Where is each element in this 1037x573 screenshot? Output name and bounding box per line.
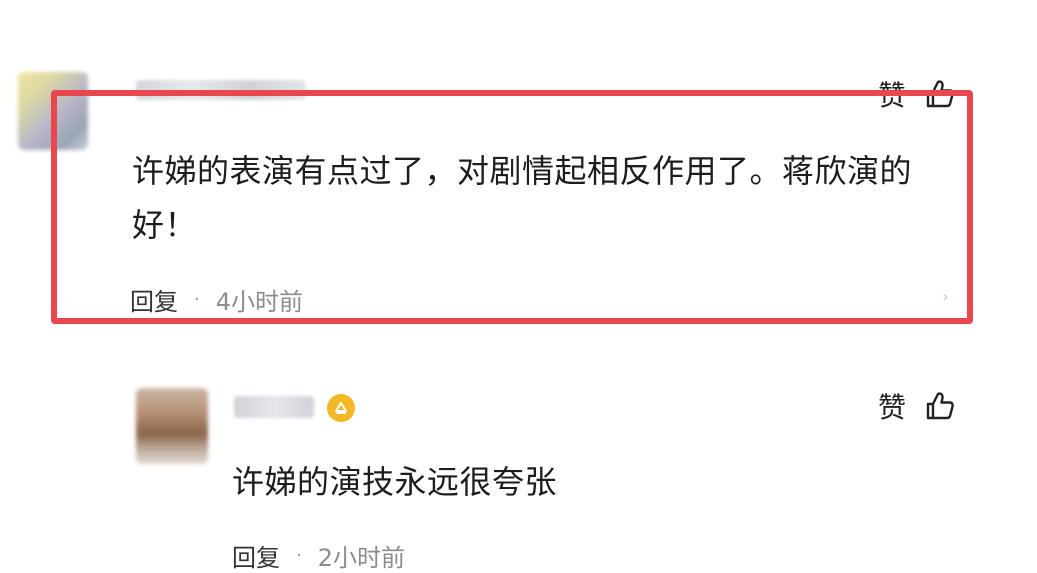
verified-badge-icon xyxy=(327,394,355,422)
like-button[interactable]: 赞 xyxy=(878,390,956,426)
timestamp: 2小时前 xyxy=(317,544,406,572)
comment-text: 许娣的演技永远很夸张 xyxy=(232,463,558,501)
thumbs-up-icon xyxy=(924,390,956,426)
reply-button[interactable]: 回复 xyxy=(232,538,280,573)
comment-meta: 回复 · 2小时前 xyxy=(232,538,405,573)
separator-dot: · xyxy=(296,545,302,566)
avatar[interactable] xyxy=(136,388,208,464)
username-blurred[interactable] xyxy=(234,396,314,418)
like-label: 赞 xyxy=(878,391,907,424)
highlight-box xyxy=(51,90,973,324)
